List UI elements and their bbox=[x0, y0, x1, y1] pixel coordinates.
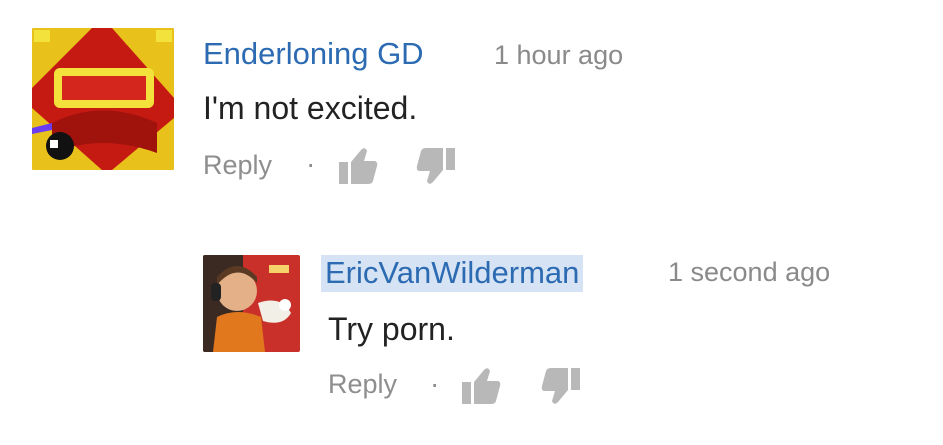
comment-timestamp[interactable]: 1 second ago bbox=[668, 259, 830, 286]
avatar-image bbox=[32, 28, 174, 170]
thumbs-down-icon[interactable] bbox=[415, 146, 457, 191]
author-name[interactable]: Enderloning GD bbox=[203, 38, 424, 69]
thumbs-up-icon[interactable] bbox=[460, 366, 502, 411]
comment-text: I'm not excited. bbox=[203, 90, 418, 126]
comment-timestamp[interactable]: 1 hour ago bbox=[494, 42, 623, 69]
separator-dot: · bbox=[306, 148, 316, 179]
reply-button[interactable]: Reply bbox=[203, 152, 272, 179]
avatar[interactable] bbox=[203, 255, 300, 352]
avatar-image bbox=[203, 255, 300, 352]
avatar[interactable] bbox=[32, 28, 174, 170]
thumbs-up-icon[interactable] bbox=[337, 146, 379, 191]
comment-text: Try porn. bbox=[328, 311, 455, 347]
author-name[interactable]: EricVanWilderman bbox=[321, 255, 584, 292]
reply-button[interactable]: Reply bbox=[328, 371, 397, 398]
separator-dot: · bbox=[430, 368, 440, 399]
thumbs-down-icon[interactable] bbox=[540, 366, 582, 411]
